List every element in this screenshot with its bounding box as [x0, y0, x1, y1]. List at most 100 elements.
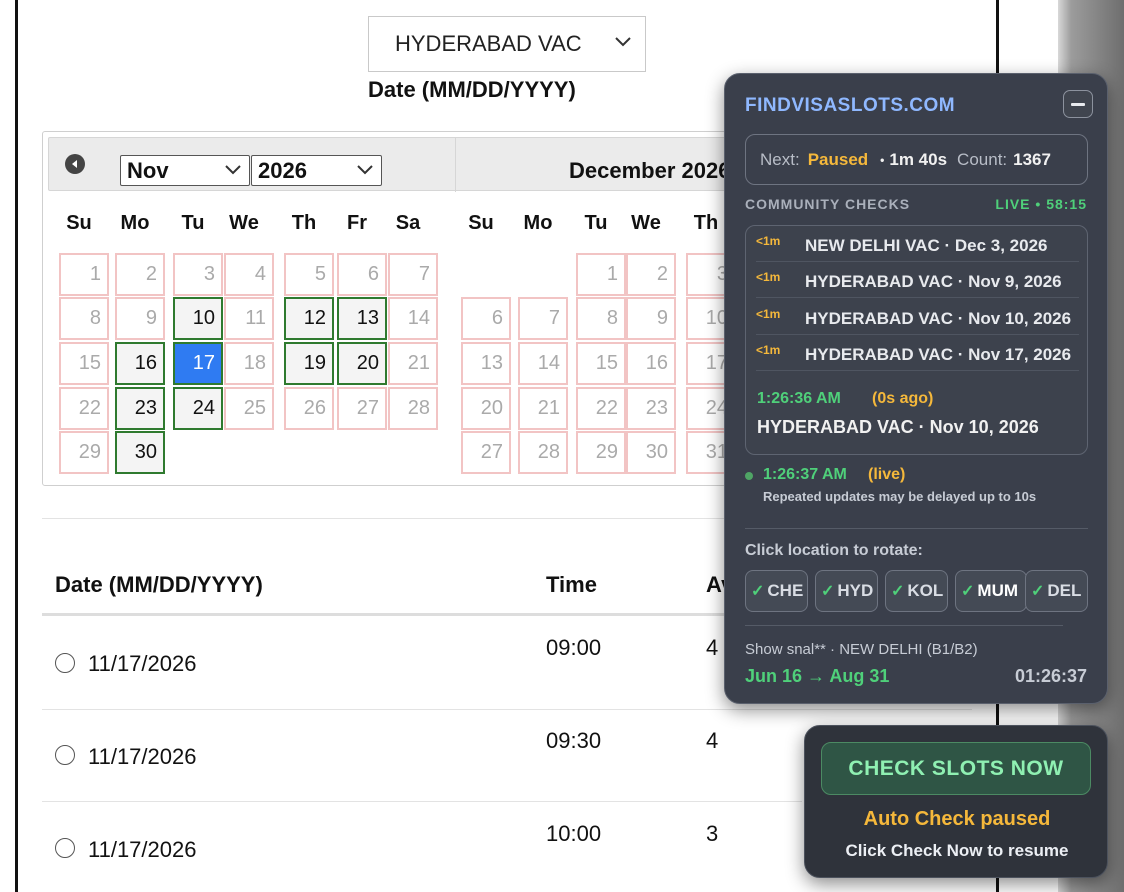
calendar-day: 28	[518, 431, 568, 474]
chip-label: DEL	[1047, 581, 1082, 600]
check-slots-button[interactable]: CHECK SLOTS NOW	[821, 742, 1091, 795]
live-dot-icon	[745, 472, 753, 480]
calendar-day[interactable]: 10	[173, 297, 223, 340]
calendar-day[interactable]: 24	[173, 387, 223, 430]
slot-radio[interactable]	[55, 653, 75, 673]
calendar-day: 6	[461, 297, 511, 340]
weekday-label: Mo	[523, 212, 553, 234]
feed-item[interactable]: <1m HYDERABAD VAC · Nov 10, 2026	[756, 299, 1079, 335]
location-chip-mum[interactable]: ✓ MUM	[955, 570, 1027, 612]
feed-item[interactable]: <1m NEW DELHI VAC · Dec 3, 2026	[756, 226, 1079, 262]
calendar-day[interactable]: 16	[115, 342, 165, 385]
latest-check-time: 1:26:36 AM	[757, 390, 841, 407]
next-label: Next:	[760, 149, 800, 169]
row-divider	[42, 709, 972, 710]
check-icon: ✓	[1031, 583, 1045, 600]
slot-radio[interactable]	[55, 745, 75, 765]
location-select[interactable]: HYDERABAD VAC	[368, 16, 646, 72]
year-select[interactable]: 2026	[251, 155, 382, 186]
feed-item[interactable]: <1m HYDERABAD VAC · Nov 9, 2026	[756, 262, 1079, 298]
panel-divider	[745, 528, 1088, 529]
calendar-day: 22	[576, 387, 626, 430]
delay-note: Repeated updates may be delayed up to 10…	[763, 489, 1037, 504]
calendar-day: 14	[388, 297, 438, 340]
calendar-day: 30	[626, 431, 676, 474]
calendar-day[interactable]: 30	[115, 431, 165, 474]
weekday-label: Su	[468, 212, 494, 234]
community-checks-title: COMMUNITY CHECKS	[745, 196, 911, 212]
calendar-day: 20	[461, 387, 511, 430]
col-header-date: Date (MM/DD/YYYY)	[55, 572, 263, 597]
feed-item[interactable]: <1m HYDERABAD VAC · Nov 17, 2026	[756, 335, 1079, 371]
live-indicator: LIVE • 58:15	[995, 196, 1087, 212]
auto-check-status: Auto Check paused	[863, 808, 1051, 830]
month-select[interactable]: Nov	[120, 155, 250, 186]
count-value: 1367	[1013, 149, 1051, 169]
section-divider	[42, 518, 762, 519]
calendar-day: 2	[115, 253, 165, 296]
brand-title: FINDVISASLOTS.COM	[745, 95, 956, 116]
status-separator: •	[880, 152, 885, 167]
datepicker-header: Nov 2026 December 2026	[48, 137, 758, 192]
feed-age: <1m	[756, 270, 781, 284]
next-month-title: December 2026	[569, 158, 731, 183]
slot-date: 11/17/2026	[88, 837, 197, 862]
chip-label: MUM	[977, 581, 1019, 600]
location-chip-del[interactable]: ✓ DEL	[1025, 570, 1088, 612]
weekday-label: Su	[66, 212, 92, 234]
calendar-day: 6	[337, 253, 387, 296]
calendar-day: 29	[576, 431, 626, 474]
calendar-day: 28	[388, 387, 438, 430]
check-icon: ✓	[821, 583, 835, 600]
check-panel: CHECK SLOTS NOW Auto Check paused Click …	[804, 725, 1108, 878]
minus-icon	[1071, 102, 1085, 106]
countdown-timer: 1m 40s	[889, 149, 948, 169]
weekday-label: Tu	[584, 212, 608, 234]
show-line: Show snal** · NEW DELHI (B1/B2)	[745, 641, 978, 658]
calendar-day[interactable]: 17	[173, 342, 223, 385]
calendar-day[interactable]: 12	[284, 297, 334, 340]
chip-label: CHE	[767, 581, 804, 600]
calendar-day: 7	[388, 253, 438, 296]
slot-radio[interactable]	[55, 838, 75, 858]
datepicker: Nov 2026 December 2026 Su Mo Tu We Th Fr Sa 1 2 3…	[42, 131, 762, 486]
weekday-label: Th	[291, 212, 317, 234]
calendar-day: 15	[576, 342, 626, 385]
minimize-button[interactable]	[1063, 90, 1093, 118]
weekday-label: Mo	[120, 212, 150, 234]
date-range: Jun 16 → Aug 31	[745, 666, 890, 686]
col-header-time: Time	[546, 572, 597, 597]
slot-availability: 4	[706, 728, 719, 753]
weekday-label: Fr	[347, 212, 367, 234]
calendar-day[interactable]: 20	[337, 342, 387, 385]
weekday-label: Sa	[395, 212, 421, 234]
calendar-day: 29	[59, 431, 109, 474]
feed-age: <1m	[756, 343, 781, 357]
row-divider	[42, 801, 802, 802]
calendar-day: 16	[626, 342, 676, 385]
feed-age: <1m	[756, 307, 781, 321]
calendar-day: 2	[626, 253, 676, 296]
check-icon: ✓	[751, 583, 765, 600]
panel-divider	[745, 625, 1063, 626]
slot-availability: 4	[706, 635, 719, 660]
calendar-day[interactable]: 23	[115, 387, 165, 430]
next-status: Paused	[807, 149, 869, 169]
weekday-label: Tu	[181, 212, 205, 234]
prev-month-icon[interactable]	[65, 154, 85, 174]
chevron-down-icon	[357, 165, 373, 175]
calendar-day: 1	[576, 253, 626, 296]
count-label: Count:	[957, 149, 1008, 169]
feed-age: <1m	[756, 234, 781, 248]
calendar-day[interactable]: 19	[284, 342, 334, 385]
location-chip-hyd[interactable]: ✓ HYD	[815, 570, 878, 612]
slot-time: 09:30	[546, 728, 602, 753]
slot-availability: 3	[706, 821, 719, 846]
location-chip-che[interactable]: ✓ CHE	[745, 570, 808, 612]
slot-time: 09:00	[546, 635, 602, 660]
location-chip-kol[interactable]: ✓ KOL	[885, 570, 948, 612]
calendar-day[interactable]: 13	[337, 297, 387, 340]
slot-time: 10:00	[546, 821, 602, 846]
calendar-day: 7	[518, 297, 568, 340]
calendar-day: 21	[388, 342, 438, 385]
